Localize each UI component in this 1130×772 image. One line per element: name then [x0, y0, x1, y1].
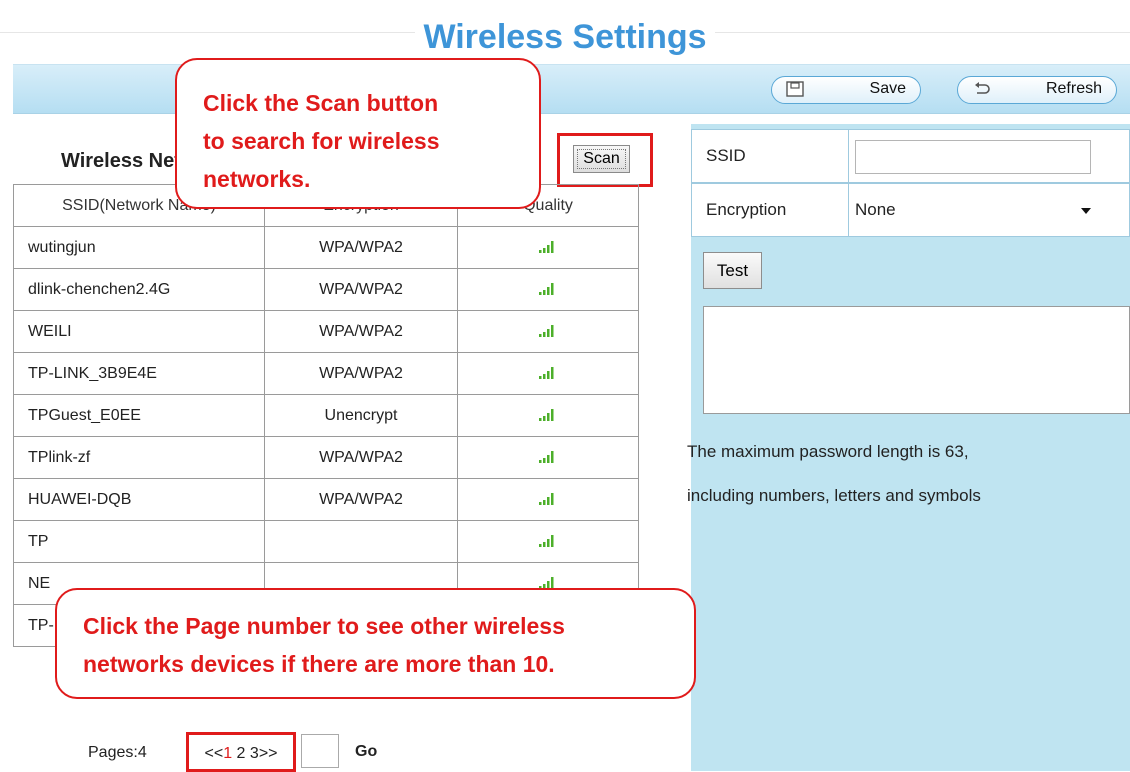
test-button[interactable]: Test — [703, 252, 762, 289]
save-label: Save — [869, 80, 906, 97]
title-band: Wireless Settings — [0, 8, 1130, 60]
next-page-link[interactable]: >> — [259, 745, 278, 762]
table-row[interactable]: TP-LINK_3B9E4E WPA/WPA2 — [13, 352, 639, 395]
network-encryption: WPA/WPA2 — [264, 478, 458, 521]
network-encryption: WPA/WPA2 — [264, 310, 458, 353]
dropdown-arrow-icon — [1081, 208, 1091, 214]
scan-button[interactable]: Scan — [573, 145, 630, 173]
test-result-box — [703, 306, 1130, 414]
network-encryption: WPA/WPA2 — [264, 436, 458, 479]
network-quality — [457, 310, 639, 353]
encryption-row: Encryption None — [691, 183, 1130, 237]
network-ssid: TPlink-zf — [13, 436, 265, 479]
signal-strength-icon — [539, 493, 554, 506]
network-ssid: HUAWEI-DQB — [13, 478, 265, 521]
network-quality — [457, 436, 639, 479]
table-row[interactable]: WEILI WPA/WPA2 — [13, 310, 639, 353]
table-row[interactable]: TPGuest_E0EE Unencrypt — [13, 394, 639, 437]
signal-strength-icon — [539, 283, 554, 296]
network-encryption: WPA/WPA2 — [264, 226, 458, 269]
signal-strength-icon — [539, 241, 554, 254]
encryption-value: None — [855, 200, 896, 219]
signal-strength-icon — [539, 409, 554, 422]
page-number-input[interactable] — [301, 734, 339, 768]
signal-strength-icon — [539, 451, 554, 464]
wireless-settings-panel: SSID Encryption None Test The maximum pa… — [687, 124, 1130, 771]
networks-table: SSID(Network Name) Encryption Quality wu… — [13, 184, 639, 647]
pagination: Pages:4 <<1 2 3>> Go — [13, 731, 691, 772]
password-note-line2: including numbers, letters and symbols — [687, 486, 981, 505]
page-link-2[interactable]: 2 — [237, 745, 246, 762]
table-row[interactable]: TP — [13, 520, 639, 563]
encryption-label: Encryption — [706, 200, 787, 219]
network-quality — [457, 394, 639, 437]
table-row[interactable]: dlink-chenchen2.4G WPA/WPA2 — [13, 268, 639, 311]
signal-strength-icon — [539, 367, 554, 380]
refresh-button[interactable]: Refresh — [957, 76, 1117, 104]
network-ssid: TP — [13, 520, 265, 563]
refresh-label: Refresh — [1045, 80, 1102, 97]
network-quality — [457, 352, 639, 395]
network-quality — [457, 478, 639, 521]
network-quality — [457, 226, 639, 269]
signal-strength-icon — [539, 535, 554, 548]
refresh-icon — [975, 82, 990, 94]
page-links: <<1 2 3>> — [186, 732, 296, 772]
password-note-line1: The maximum password length is 63, — [687, 442, 969, 461]
network-encryption — [264, 520, 458, 563]
signal-strength-icon — [539, 325, 554, 338]
network-ssid: WEILI — [13, 310, 265, 353]
scan-callout-line: to search for wireless — [203, 128, 440, 154]
floppy-disk-icon — [786, 81, 804, 97]
network-ssid: dlink-chenchen2.4G — [13, 268, 265, 311]
save-button[interactable]: Save — [771, 76, 921, 104]
ssid-input[interactable] — [855, 140, 1091, 174]
page-callout-line: networks devices if there are more than … — [83, 651, 555, 677]
go-button[interactable]: Go — [355, 743, 377, 761]
page-link-1[interactable]: 1 — [223, 745, 232, 762]
network-encryption: WPA/WPA2 — [264, 268, 458, 311]
network-ssid: TPGuest_E0EE — [13, 394, 265, 437]
network-encryption: WPA/WPA2 — [264, 352, 458, 395]
network-quality — [457, 268, 639, 311]
page-link-3[interactable]: 3 — [250, 745, 259, 762]
network-quality — [457, 520, 639, 563]
table-row[interactable]: HUAWEI-DQB WPA/WPA2 — [13, 478, 639, 521]
page-callout: Click the Page number to see other wirel… — [55, 588, 696, 699]
network-ssid: TP-LINK_3B9E4E — [13, 352, 265, 395]
pages-count-label: Pages:4 — [88, 744, 147, 761]
page-title: Wireless Settings — [415, 18, 715, 56]
prev-page-link[interactable]: << — [205, 745, 224, 762]
encryption-select[interactable]: None — [855, 200, 1091, 224]
table-row[interactable]: wutingjun WPA/WPA2 — [13, 226, 639, 269]
scan-callout-line: Click the Scan button — [203, 90, 439, 116]
ssid-label: SSID — [706, 146, 746, 165]
page-callout-line: Click the Page number to see other wirel… — [83, 613, 565, 639]
network-ssid: wutingjun — [13, 226, 265, 269]
ssid-row: SSID — [691, 129, 1130, 183]
scan-callout: Click the Scan button to search for wire… — [175, 58, 541, 209]
table-row[interactable]: TPlink-zf WPA/WPA2 — [13, 436, 639, 479]
scan-callout-line: networks. — [203, 166, 311, 192]
network-encryption: Unencrypt — [264, 394, 458, 437]
